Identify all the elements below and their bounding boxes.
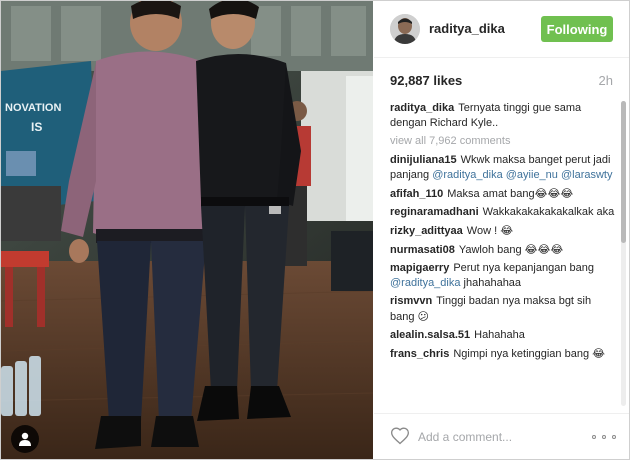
comment-author[interactable]: mapigaerry bbox=[390, 262, 449, 274]
post-header: raditya_dika Following bbox=[374, 1, 629, 58]
comment-author[interactable]: alealin.salsa.51 bbox=[390, 329, 470, 341]
comment-text: Wow ! bbox=[466, 225, 501, 237]
user-tag-button[interactable] bbox=[11, 425, 39, 453]
comment-mention[interactable]: @laraswty bbox=[561, 169, 613, 181]
more-dot bbox=[602, 435, 606, 439]
post-details-panel: raditya_dika Following 92,887 likes 2h r… bbox=[374, 1, 629, 459]
comment-author[interactable]: frans_chris bbox=[390, 348, 449, 360]
photo-illustration: NOVATION IS bbox=[1, 1, 373, 459]
comment-author[interactable]: nurmasati08 bbox=[390, 244, 455, 256]
post-meta: 92,887 likes 2h bbox=[390, 73, 613, 91]
comment-mention[interactable]: @ayiie_nu bbox=[506, 169, 558, 181]
post-footer bbox=[374, 413, 629, 459]
comments-list: raditya_dika Ternyata tinggi gue sama den… bbox=[390, 101, 615, 406]
user-tag-icon bbox=[19, 432, 31, 446]
comment-item: mapigaerry Perut nya kepanjangan bang @ra… bbox=[390, 261, 615, 291]
emoji: 😂 bbox=[500, 224, 514, 237]
comment-items: dinijuliana15 Wkwk maksa banget perut jad… bbox=[390, 153, 615, 362]
more-options-icon[interactable] bbox=[592, 433, 616, 441]
comment-item: frans_chris Ngimpi nya ketinggian bang 😂 bbox=[390, 346, 615, 362]
emoji: 😂 bbox=[592, 347, 605, 360]
sign-text-line2: IS bbox=[31, 120, 42, 134]
comment-text: Yawloh bang bbox=[458, 244, 525, 256]
comment-text: Maksa amat bang bbox=[447, 188, 535, 200]
comment-item: afifah_110 Maksa amat bang😂😂😂 bbox=[390, 186, 615, 202]
emoji: 😂😂😂 bbox=[534, 187, 574, 200]
comment-text: Hahahaha bbox=[474, 329, 525, 341]
instagram-post-window: NOVATION IS raditya_dika Following 92,88… bbox=[0, 0, 630, 460]
more-dot bbox=[612, 435, 616, 439]
post-photo[interactable]: NOVATION IS bbox=[1, 1, 373, 459]
emoji: 😂😂😂 bbox=[524, 243, 564, 256]
post-caption: raditya_dika Ternyata tinggi gue sama den… bbox=[390, 101, 615, 131]
post-username[interactable]: raditya_dika bbox=[429, 21, 505, 36]
comment-text: Perut nya kepanjangan bang bbox=[453, 262, 594, 274]
emoji: 😕 bbox=[417, 310, 429, 323]
comment-mention[interactable]: @raditya_dika bbox=[432, 169, 502, 181]
comment-text: Ngimpi nya ketinggian bang bbox=[453, 348, 593, 360]
comment-mention[interactable]: @raditya_dika bbox=[390, 277, 460, 289]
comment-item: nurmasati08 Yawloh bang 😂😂😂 bbox=[390, 242, 615, 258]
likes-count[interactable]: 92,887 likes bbox=[390, 73, 462, 88]
scrollbar-thumb[interactable] bbox=[621, 101, 626, 243]
comment-item: reginaramadhani Wakkakakakakakalkak aka bbox=[390, 205, 615, 220]
comment-author[interactable]: afifah_110 bbox=[390, 188, 443, 200]
comment-author[interactable]: reginaramadhani bbox=[390, 206, 479, 218]
comment-author[interactable]: dinijuliana15 bbox=[390, 154, 457, 166]
comment-item: dinijuliana15 Wkwk maksa banget perut jad… bbox=[390, 153, 615, 183]
comment-item: rismvvn Tinggi badan nya maksa bgt sih ba… bbox=[390, 294, 615, 325]
comment-author[interactable]: rizky_adittyaa bbox=[390, 225, 463, 237]
add-comment-input[interactable] bbox=[418, 428, 578, 446]
heart-icon[interactable] bbox=[390, 426, 410, 446]
sign-text-line1: NOVATION bbox=[5, 102, 61, 114]
view-all-comments-link[interactable]: view all 7,962 comments bbox=[390, 135, 615, 147]
post-age[interactable]: 2h bbox=[599, 73, 613, 88]
comment-item: alealin.salsa.51 Hahahaha bbox=[390, 328, 615, 343]
comment-author[interactable]: rismvvn bbox=[390, 295, 432, 307]
caption-author[interactable]: raditya_dika bbox=[390, 102, 454, 114]
comment-item: rizky_adittyaa Wow ! 😂 bbox=[390, 223, 615, 239]
comments-scrollbar[interactable] bbox=[621, 101, 626, 406]
avatar[interactable] bbox=[390, 14, 420, 44]
more-dot bbox=[592, 435, 596, 439]
avatar-image bbox=[390, 14, 420, 44]
comment-text: jhahahahaa bbox=[460, 277, 522, 289]
comment-text: Wakkakakakakakalkak aka bbox=[482, 206, 615, 218]
following-button[interactable]: Following bbox=[541, 16, 613, 42]
